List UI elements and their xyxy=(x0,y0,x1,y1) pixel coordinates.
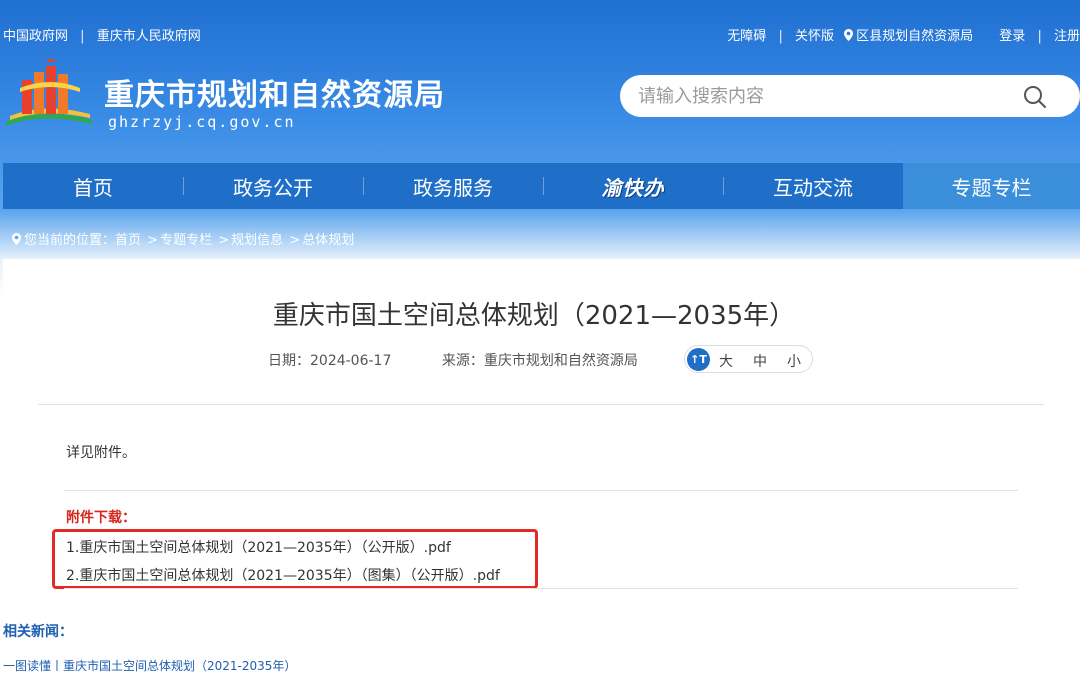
top-bar-separator: | xyxy=(80,29,85,44)
nav-item-special-topics[interactable]: 专题专栏 xyxy=(903,163,1080,209)
top-bar: 中国政府网 | 重庆市人民政府网 无障碍 | 关怀版 区县规划自然资源局 登录 … xyxy=(0,0,1080,66)
register-link[interactable]: 注册 xyxy=(1054,25,1080,44)
font-size-large-button[interactable]: 大 xyxy=(719,351,733,371)
attachment-link-atlas-edition[interactable]: 2.重庆市国土空间总体规划（2021—2035年）（图集）（公开版）.pdf xyxy=(66,565,500,585)
article-title: 重庆市国土空间总体规划（2021—2035年） xyxy=(272,301,796,331)
breadcrumb-item-home[interactable]: 首页 xyxy=(115,229,141,248)
search-input[interactable] xyxy=(638,75,1018,117)
article-source: 来源：重庆市规划和自然资源局 xyxy=(441,353,638,369)
font-size-small-button[interactable]: 小 xyxy=(787,351,801,371)
login-link[interactable]: 登录 xyxy=(999,25,1025,44)
accessibility-link[interactable]: 无障碍 xyxy=(727,25,766,44)
nav-item-yukuaiban[interactable]: 渝快办 xyxy=(543,163,723,209)
top-bar-separator: | xyxy=(778,29,783,44)
breadcrumb-separator: > xyxy=(147,233,159,248)
bureau-logo[interactable] xyxy=(0,58,98,130)
top-bar-right: 无障碍 | 关怀版 区县规划自然资源局 登录 | 注册 xyxy=(727,25,1080,44)
district-bureau-label: 区县规划自然资源局 xyxy=(856,29,974,44)
text-size-icon: ↑ T xyxy=(687,348,710,371)
nav-item-interaction[interactable]: 互动交流 xyxy=(723,163,903,209)
breadcrumb-separator: > xyxy=(289,233,301,248)
nav-item-home[interactable]: 首页 xyxy=(3,163,183,209)
breadcrumb-item-planning-info[interactable]: 规划信息 xyxy=(231,229,283,248)
article-body: 详见附件。 xyxy=(66,445,136,461)
nav-item-gov-affairs-public[interactable]: 政务公开 xyxy=(183,163,363,209)
search-icon[interactable] xyxy=(1022,84,1048,110)
nav-item-gov-services[interactable]: 政务服务 xyxy=(363,163,543,209)
search-box xyxy=(620,75,1080,117)
site-title[interactable]: 重庆市规划和自然资源局 xyxy=(104,70,445,114)
font-size-medium-button[interactable]: 中 xyxy=(753,351,767,371)
main-nav: 首页 政务公开 政务服务 渝快办 互动交流 专题专栏 xyxy=(3,163,1080,209)
district-bureau-link[interactable]: 区县规划自然资源局 xyxy=(844,25,973,44)
font-size-switcher: ↑ T 大 中 小 xyxy=(684,345,813,373)
attachments-label: 附件下载： xyxy=(66,510,136,526)
attachment-link-public-edition[interactable]: 1.重庆市国土空间总体规划（2021—2035年）（公开版）.pdf xyxy=(66,537,451,557)
divider xyxy=(64,588,1018,589)
related-news-label: 相关新闻： xyxy=(3,624,73,640)
article-date: 日期：2024-06-17 xyxy=(268,353,392,369)
breadcrumb-item-master-plan[interactable]: 总体规划 xyxy=(302,229,354,248)
location-pin-icon xyxy=(844,29,854,41)
top-bar-left: 中国政府网 | 重庆市人民政府网 xyxy=(3,25,201,44)
breadcrumb-prefix: 您当前的位置： xyxy=(24,233,116,248)
location-pin-icon xyxy=(12,233,21,245)
top-bar-separator: | xyxy=(1037,29,1042,44)
breadcrumb: 您当前的位置：首页 > 专题专栏 > 规划信息 > 总体规划 xyxy=(12,229,354,248)
gov-portal-link[interactable]: 中国政府网 xyxy=(3,25,68,44)
cq-gov-link[interactable]: 重庆市人民政府网 xyxy=(97,25,201,44)
article-meta: 日期：2024-06-17 来源：重庆市规划和自然资源局 xyxy=(268,350,638,370)
site-domain: ghzrzyj.cq.gov.cn xyxy=(108,113,296,131)
breadcrumb-separator: > xyxy=(218,233,230,248)
divider xyxy=(64,490,1018,491)
divider xyxy=(38,404,1044,405)
breadcrumb-item-special-topics[interactable]: 专题专栏 xyxy=(160,229,212,248)
care-mode-link[interactable]: 关怀版 xyxy=(795,25,834,44)
related-news-link[interactable]: 一图读懂丨重庆市国土空间总体规划（2021-2035年） xyxy=(3,657,296,674)
